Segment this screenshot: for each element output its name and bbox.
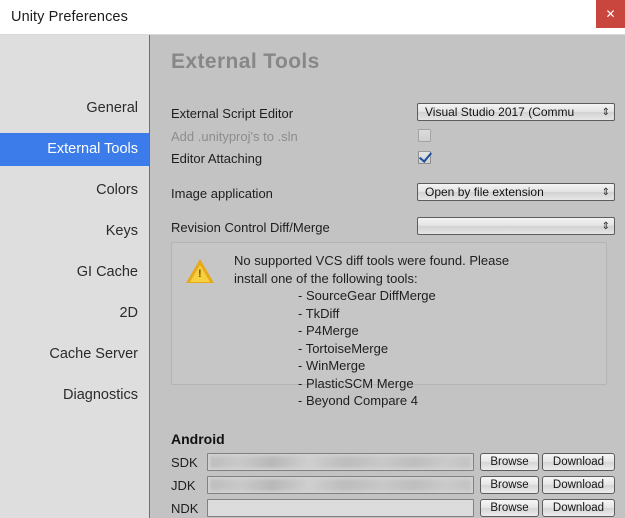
external-script-editor-label: External Script Editor: [171, 106, 294, 121]
editor-attaching-checkbox[interactable]: [418, 151, 431, 164]
sidebar-item-external-tools[interactable]: External Tools: [0, 133, 149, 166]
list-item: - TortoiseMerge: [298, 340, 389, 356]
sidebar-item-gi-cache[interactable]: GI Cache: [0, 256, 149, 289]
sidebar-item-diagnostics[interactable]: Diagnostics: [0, 379, 149, 412]
list-item: - SourceGear DiffMerge: [298, 288, 436, 303]
warning-line-1: No supported VCS diff tools were found. …: [234, 253, 510, 268]
chevron-updown-icon: ⇕: [601, 107, 610, 118]
revision-control-label: Revision Control Diff/Merge: [171, 220, 330, 235]
vcs-tools-list: - SourceGear DiffMerge - TkDiff - P4Merg…: [234, 287, 598, 410]
sidebar-item-cache-server[interactable]: Cache Server: [0, 338, 149, 371]
unity-preferences-window: Unity Preferences ✕ General External Too…: [0, 0, 625, 518]
android-jdk-label: JDK: [171, 478, 196, 493]
android-sdk-input[interactable]: [207, 453, 474, 471]
chevron-updown-icon: ⇕: [601, 187, 610, 198]
sidebar: General External Tools Colors Keys GI Ca…: [0, 35, 150, 518]
sidebar-item-colors[interactable]: Colors: [0, 174, 149, 207]
chevron-updown-icon: ⇕: [601, 221, 610, 232]
list-item: - TkDiff: [298, 305, 340, 321]
image-application-dropdown[interactable]: Open by file extension ⇕: [417, 183, 615, 201]
list-item: - P4Merge: [298, 323, 359, 338]
redacted-path-overlay: [210, 456, 471, 468]
vcs-warning-box: ! No supported VCS diff tools were found…: [171, 242, 607, 408]
close-icon[interactable]: ✕: [596, 0, 625, 28]
image-application-value: Open by file extension: [425, 185, 544, 199]
android-jdk-input[interactable]: [207, 476, 474, 494]
sidebar-item-2d[interactable]: 2D: [0, 297, 149, 330]
warning-exclamation-glyph: !: [198, 268, 202, 280]
image-application-label: Image application: [171, 186, 273, 201]
android-jdk-browse-button[interactable]: Browse: [480, 476, 539, 494]
android-section-title: Android: [171, 431, 225, 447]
warning-line-2: install one of the following tools:: [234, 270, 418, 286]
android-sdk-label: SDK: [171, 455, 198, 470]
list-item: - WinMerge: [298, 358, 366, 373]
android-ndk-input[interactable]: [207, 499, 474, 517]
redacted-path-overlay: [210, 479, 471, 491]
android-ndk-download-button[interactable]: Download: [542, 499, 615, 517]
external-script-editor-value: Visual Studio 2017 (Commu: [425, 105, 575, 119]
editor-attaching-label: Editor Attaching: [171, 151, 263, 166]
add-unityproj-checkbox[interactable]: [418, 129, 431, 142]
android-ndk-browse-button[interactable]: Browse: [480, 499, 539, 517]
android-sdk-download-button[interactable]: Download: [542, 453, 615, 471]
window-title: Unity Preferences: [11, 9, 128, 25]
window-body: General External Tools Colors Keys GI Ca…: [0, 35, 625, 518]
vcs-warning-text: No supported VCS diff tools were found. …: [234, 252, 598, 410]
title-bar: Unity Preferences ✕: [0, 0, 625, 35]
list-item: - PlasticSCM Merge: [298, 375, 414, 391]
sidebar-item-keys[interactable]: Keys: [0, 215, 149, 248]
add-unityproj-label: Add .unityproj's to .sln: [171, 129, 298, 144]
page-title: External Tools: [171, 50, 320, 73]
list-item: - Beyond Compare 4: [298, 393, 418, 408]
android-jdk-download-button[interactable]: Download: [542, 476, 615, 494]
android-sdk-browse-button[interactable]: Browse: [480, 453, 539, 471]
revision-control-dropdown[interactable]: ⇕: [417, 217, 615, 235]
sidebar-item-general[interactable]: General: [0, 92, 149, 125]
content-panel: External Tools External Script Editor Vi…: [151, 35, 625, 518]
external-script-editor-dropdown[interactable]: Visual Studio 2017 (Commu ⇕: [417, 103, 615, 121]
android-ndk-label: NDK: [171, 501, 199, 516]
